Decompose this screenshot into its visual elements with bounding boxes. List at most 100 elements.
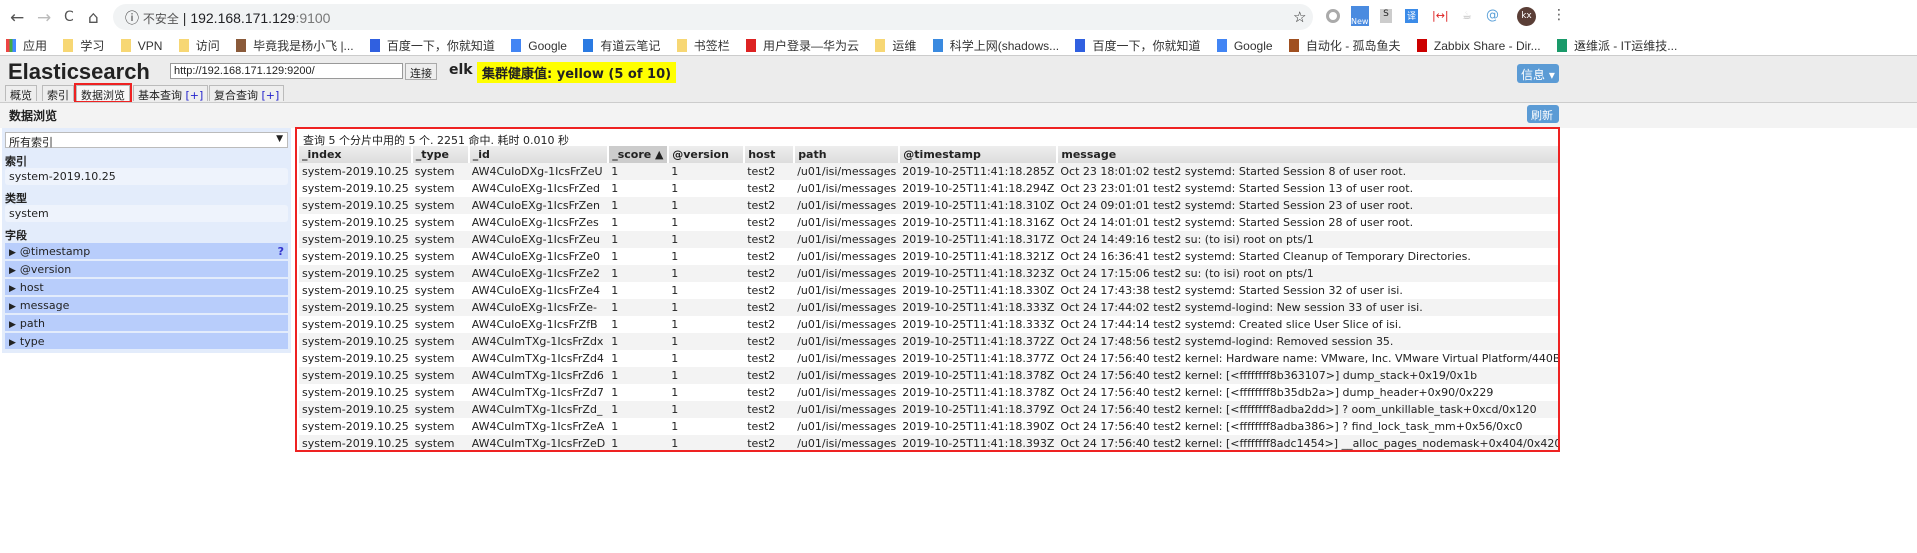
table-cell: /u01/isi/messages bbox=[794, 265, 900, 282]
table-row[interactable]: system-2019.10.25 system AW4CuImTXg-1IcsFr… bbox=[299, 418, 1558, 435]
bookmark[interactable]: 用户登录—华为云 bbox=[746, 37, 859, 54]
tab-browser[interactable]: 数据浏览 bbox=[74, 83, 132, 103]
extension-swirl-icon[interactable]: @ bbox=[1486, 8, 1499, 23]
table-cell: 1 bbox=[668, 163, 745, 180]
tab-overview[interactable]: 概览 bbox=[5, 85, 37, 102]
column-header[interactable]: message bbox=[1057, 146, 1558, 163]
table-row[interactable]: system-2019.10.25 system AW4CuIoEXg-1IcsFr… bbox=[299, 316, 1558, 333]
bookmark[interactable]: 有道云笔记 bbox=[583, 37, 660, 54]
table-cell: test2 bbox=[744, 163, 795, 180]
table-row[interactable]: system-2019.10.25 system AW4CuIoDXg-1IcsFr… bbox=[299, 163, 1558, 180]
table-row[interactable]: system-2019.10.25 system AW4CuImTXg-1IcsFr… bbox=[299, 333, 1558, 350]
translate-icon[interactable]: 译 bbox=[1405, 9, 1418, 23]
help-icon[interactable]: ? bbox=[278, 245, 284, 258]
table-cell: 2019-10-25T11:41:18.285Z bbox=[899, 163, 1058, 180]
bookmark[interactable]: 应用 bbox=[6, 37, 47, 54]
bookmark[interactable]: 运维 bbox=[875, 37, 916, 54]
bookmark[interactable]: 访问 bbox=[178, 37, 220, 54]
extension-icon[interactable] bbox=[1326, 9, 1340, 23]
info-menu-button[interactable]: 信息 ▾ bbox=[1517, 64, 1559, 83]
bookmark[interactable]: Google bbox=[511, 39, 567, 53]
bookmark[interactable]: Zabbix Share - Dir... bbox=[1416, 39, 1541, 53]
cluster-url-input[interactable]: http://192.168.171.129:9200/ bbox=[170, 63, 403, 79]
address-bar[interactable]: ⓘ 不安全 | 192.168.171.129:9100 bbox=[113, 4, 1313, 30]
column-header[interactable]: @version bbox=[668, 146, 746, 163]
table-row[interactable]: system-2019.10.25 system AW4CuIoEXg-1IcsFr… bbox=[299, 197, 1558, 214]
field-type[interactable]: ▶ type bbox=[5, 333, 288, 350]
table-cell: 1 bbox=[611, 318, 619, 331]
bookmark[interactable]: 学习 bbox=[63, 37, 104, 54]
type-filter-item[interactable]: system bbox=[5, 205, 288, 222]
table-row[interactable]: system-2019.10.25 system AW4CuImTXg-1IcsFr… bbox=[299, 350, 1558, 367]
extension-java-icon[interactable]: ☕ bbox=[1462, 9, 1472, 22]
bookmark[interactable]: 运维派 - IT运维技... bbox=[1556, 37, 1677, 54]
table-cell: system bbox=[414, 216, 455, 229]
more-bookmarks-button[interactable]: » bbox=[1578, 37, 1585, 51]
extension-new-icon[interactable]: New bbox=[1351, 6, 1369, 26]
expand-triangle-icon: ▶ bbox=[9, 284, 16, 294]
table-cell: 1 bbox=[671, 352, 679, 365]
field-message[interactable]: ▶ message bbox=[5, 297, 288, 314]
bookmark[interactable]: 书签栏 bbox=[676, 37, 730, 54]
avatar[interactable]: kx bbox=[1517, 7, 1536, 26]
table-cell: system-2019.10.25 bbox=[299, 197, 412, 214]
table-cell: 2019-10-25T11:41:18.333Z bbox=[902, 318, 1055, 331]
table-row[interactable]: system-2019.10.25 system AW4CuIoEXg-1IcsFr… bbox=[299, 299, 1558, 316]
column-header[interactable]: _index bbox=[299, 146, 413, 163]
table-cell: /u01/isi/messages bbox=[797, 318, 897, 331]
reload-button[interactable]: C bbox=[64, 9, 74, 25]
table-row[interactable]: system-2019.10.25 system AW4CuImTXg-1IcsFr… bbox=[299, 384, 1558, 401]
extension-s-icon[interactable]: S bbox=[1380, 9, 1392, 23]
field-version[interactable]: ▶ @version bbox=[5, 261, 288, 278]
field-host[interactable]: ▶ host bbox=[5, 279, 288, 296]
column-header[interactable]: _type bbox=[411, 146, 470, 163]
back-button[interactable]: ← bbox=[10, 8, 24, 28]
connect-button[interactable]: 连接 bbox=[405, 63, 437, 80]
column-header[interactable]: host bbox=[744, 146, 796, 163]
refresh-button[interactable]: 刷新 bbox=[1527, 105, 1559, 123]
column-header[interactable]: path bbox=[794, 146, 901, 163]
menu-icon[interactable]: ⋮ bbox=[1552, 7, 1566, 23]
index-filter-item[interactable]: system-2019.10.25 bbox=[5, 168, 288, 185]
table-row[interactable]: system-2019.10.25 system AW4CuImTXg-1IcsFr… bbox=[299, 435, 1558, 450]
bookmark[interactable]: 科学上网(shadows... bbox=[932, 37, 1059, 54]
table-cell: 1 bbox=[608, 299, 669, 316]
bookmark[interactable]: 百度一下，你就知道 bbox=[1075, 37, 1201, 54]
bookmark[interactable]: 自动化 - 孤岛鱼夫 bbox=[1288, 37, 1401, 54]
table-row[interactable]: system-2019.10.25 system AW4CuIoEXg-1IcsFr… bbox=[299, 231, 1558, 248]
forward-button[interactable]: → bbox=[37, 8, 51, 28]
column-header[interactable]: _score ▲ bbox=[608, 146, 670, 163]
extension-arrows-icon[interactable]: |↔| bbox=[1432, 9, 1449, 22]
table-cell: 1 bbox=[668, 333, 745, 350]
table-cell: 1 bbox=[668, 367, 745, 384]
tab-indices[interactable]: 索引 bbox=[42, 85, 74, 102]
table-cell: AW4CuIoEXg-1IcsFrZe- bbox=[468, 299, 609, 316]
bookmark[interactable]: Google bbox=[1216, 39, 1273, 53]
table-row[interactable]: system-2019.10.25 system AW4CuIoEXg-1IcsFr… bbox=[299, 214, 1558, 231]
tab-compound-query[interactable]: 复合查询 [+] bbox=[209, 85, 285, 102]
home-button[interactable]: ⌂ bbox=[88, 8, 99, 28]
bookmark[interactable]: VPN bbox=[120, 39, 162, 53]
index-select[interactable]: 所有索引 ▼ bbox=[5, 132, 288, 149]
page-title: 数据浏览 bbox=[9, 109, 58, 123]
table-cell: 1 bbox=[608, 163, 669, 180]
table-cell: system bbox=[411, 197, 469, 214]
table-row[interactable]: system-2019.10.25 system AW4CuIoEXg-1IcsFr… bbox=[299, 265, 1558, 282]
bookmark[interactable]: 百度一下，你就知道 bbox=[369, 37, 495, 54]
field-path[interactable]: ▶ path bbox=[5, 315, 288, 332]
table-cell: /u01/isi/messages bbox=[794, 197, 900, 214]
table-row[interactable]: system-2019.10.25 system AW4CuIoEXg-1IcsFr… bbox=[299, 248, 1558, 265]
column-header[interactable]: _id bbox=[468, 146, 610, 163]
table-cell: 1 bbox=[668, 401, 745, 418]
table-row[interactable]: system-2019.10.25 system AW4CuImTXg-1IcsFr… bbox=[299, 401, 1558, 418]
table-row[interactable]: system-2019.10.25 system AW4CuIoEXg-1IcsFr… bbox=[299, 180, 1558, 197]
table-row[interactable]: system-2019.10.25 system AW4CuIoEXg-1IcsFr… bbox=[299, 282, 1558, 299]
tab-basic-query[interactable]: 基本查询 [+] bbox=[133, 85, 209, 102]
bookmark[interactable]: 毕竟我是杨小飞 |... bbox=[236, 37, 354, 54]
table-cell: AW4CuImTXg-1IcsFrZd6 bbox=[468, 367, 609, 384]
star-icon[interactable]: ☆ bbox=[1293, 8, 1306, 26]
table-row[interactable]: system-2019.10.25 system AW4CuImTXg-1IcsFr… bbox=[299, 367, 1558, 384]
table-cell: /u01/isi/messages bbox=[797, 386, 897, 399]
field-timestamp[interactable]: ▶ @timestamp? bbox=[5, 243, 288, 260]
column-header[interactable]: @timestamp bbox=[899, 146, 1059, 163]
